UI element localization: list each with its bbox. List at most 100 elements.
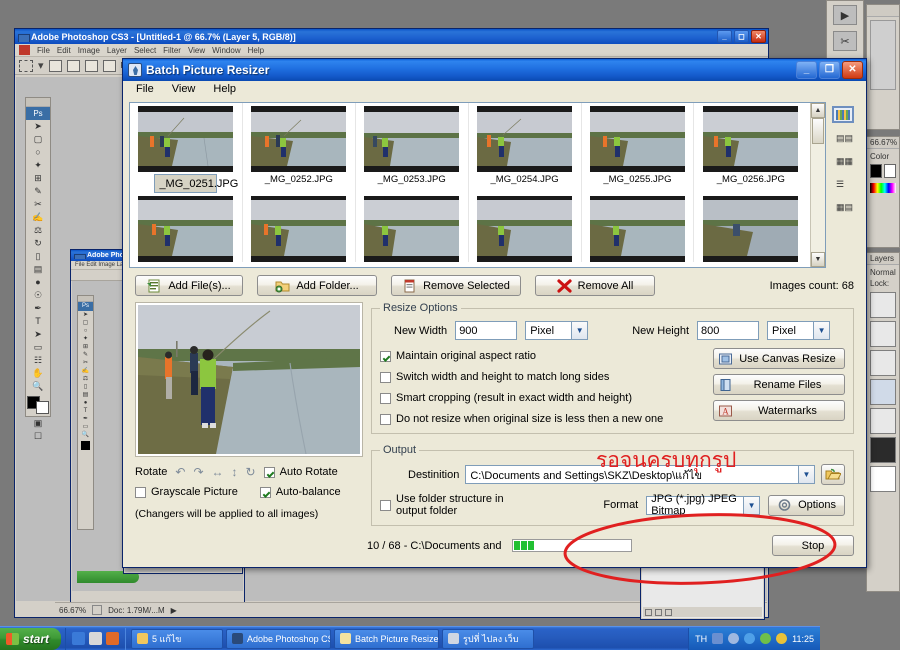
navigator-panel-header[interactable]	[867, 5, 899, 17]
batch-picture-resizer-window[interactable]: Batch Picture Resizer _ ❐ ✕ File View He…	[122, 58, 867, 568]
layer-row[interactable]	[870, 466, 896, 492]
thumbnail-item[interactable]: _MG_0253.JPG	[356, 103, 469, 193]
move-tool-icon[interactable]: ➤	[26, 120, 50, 133]
thumbnail-item[interactable]: _MG_0252.JPG	[243, 103, 356, 193]
format-select[interactable]: JPG (*.jpg) JPEG Bitmap ▼	[646, 493, 761, 517]
thumbnail-item[interactable]: _MG_0251.JPG	[130, 103, 243, 193]
auto-balance-box[interactable]	[259, 486, 271, 498]
shield-icon[interactable]	[760, 633, 772, 644]
layer-row[interactable]	[870, 350, 896, 376]
language-indicator[interactable]: TH	[695, 634, 707, 644]
photoshop-menubar[interactable]: File Edit Image Layer Select Filter View…	[15, 44, 768, 57]
scrollbar-track-top[interactable]: ▲	[811, 103, 825, 144]
thumbnail-label[interactable]: _MG_0252.JPG	[263, 174, 335, 185]
photoshop-menu-help[interactable]: Help	[248, 46, 264, 55]
new-height-input[interactable]: 800	[697, 321, 760, 340]
add-files-button[interactable]: Add File(s)...	[135, 275, 243, 296]
thumbnail-list[interactable]: _MG_0251.JPG _MG_0252.JPG _MG_0253.JPG _…	[129, 102, 826, 268]
destination-input[interactable]: C:\Documents and Settings\SKZ\Desktop\แก…	[465, 465, 815, 484]
remove-all-button[interactable]: Remove All	[535, 275, 655, 296]
rename-files-button[interactable]: Rename Files	[713, 374, 845, 395]
bpr-menubar[interactable]: File View Help	[123, 81, 866, 98]
color-spectrum-bar[interactable]	[870, 183, 896, 193]
photoshop-close-button[interactable]: ✕	[751, 30, 766, 43]
photoshop-layers-panel[interactable]: Layers Normal Lock:	[866, 252, 900, 592]
thumbnail-image[interactable]	[251, 106, 347, 172]
taskbar[interactable]: start 5 แก้ไข Adobe Photoshop CS ... Bat…	[0, 626, 820, 650]
thumbnail-scrollbar[interactable]: ▲ ▼	[810, 103, 825, 267]
auto-rotate-box[interactable]	[263, 466, 275, 478]
scroll-down-button[interactable]: ▼	[811, 252, 825, 267]
thumbnail-image[interactable]	[589, 106, 685, 172]
path-selection-tool-icon[interactable]: ➤	[26, 328, 50, 341]
taskbar-tasks[interactable]: 5 แก้ไข Adobe Photoshop CS ... Batch Pic…	[126, 628, 688, 649]
chevron-down-icon[interactable]: ▼	[743, 496, 760, 514]
photoshop-toolbox[interactable]: Ps ➤ ▢ ○ ✦ ⊞ ✎ ✂ ✍ ⚖ ↻ ▯ ▤ ● ☉ ✒ T ➤ ▭ ☷…	[25, 97, 51, 441]
list-view-icon[interactable]: ☰	[832, 175, 854, 192]
format-options-button[interactable]: Options	[768, 494, 845, 516]
thumbnail-image[interactable]	[589, 196, 685, 262]
thumbnail-label[interactable]: _MG_0256.JPG	[715, 174, 787, 185]
browse-folder-button[interactable]	[821, 464, 845, 485]
bpr-minimize-button[interactable]: _	[796, 61, 817, 79]
taskbar-item-folder[interactable]: 5 แก้ไข	[131, 628, 224, 649]
thumbnail-label[interactable]: _MG_0253.JPG	[376, 174, 448, 185]
layers-blend-mode[interactable]: Normal	[870, 268, 896, 277]
photoshop-menu-select[interactable]: Select	[134, 46, 156, 55]
grayscale-box[interactable]	[135, 486, 146, 498]
quick-launch-ie-icon[interactable]	[72, 632, 86, 645]
flip-horizontal-icon[interactable]: ↔	[212, 465, 224, 479]
thumbnail-image[interactable]	[703, 196, 799, 262]
do-not-resize-checkbox[interactable]: Do not resize when original size is less…	[380, 413, 703, 425]
volume-icon[interactable]	[744, 633, 756, 644]
new-width-input[interactable]: 900	[455, 321, 518, 340]
intersect-selection-icon[interactable]	[102, 59, 116, 72]
zoom-tool-icon[interactable]: 🔍	[26, 380, 50, 393]
photoshop-menu-filter[interactable]: Filter	[163, 46, 181, 55]
pen-tool-icon[interactable]: ✒	[26, 302, 50, 315]
resize-side-buttons[interactable]: Use Canvas Resize Rename Files A Waterma…	[713, 348, 845, 425]
stop-button[interactable]: Stop	[772, 535, 854, 556]
quick-mask-icon[interactable]: ▣	[26, 417, 50, 430]
thumbnail-label[interactable]: _MG_0254.JPG	[489, 174, 561, 185]
layer-row[interactable]	[870, 437, 896, 463]
thumbnail-image[interactable]	[251, 196, 347, 262]
taskbar-item-thai-app[interactable]: รูปที่ ไปลง เว็บ	[442, 628, 535, 649]
color-background-swatch[interactable]	[884, 164, 896, 178]
photoshop-menu-image[interactable]: Image	[78, 46, 100, 55]
clone-stamp-tool-icon[interactable]: ⚖	[26, 224, 50, 237]
chevron-down-icon[interactable]: ▼	[571, 322, 588, 339]
reset-rotation-icon[interactable]: ↻	[246, 465, 256, 479]
thumbnail-browser[interactable]: _MG_0251.JPG _MG_0252.JPG _MG_0253.JPG _…	[129, 102, 860, 268]
photoshop-menu-view[interactable]: View	[188, 46, 205, 55]
format-row[interactable]: Use folder structure in output folder Fo…	[380, 493, 845, 517]
background-color-swatch[interactable]	[36, 401, 49, 414]
navigator-thumbnail[interactable]	[870, 20, 896, 90]
color-swatches[interactable]	[26, 393, 50, 417]
scrollbar-thumb[interactable]	[812, 118, 824, 144]
thumbnail-label[interactable]: _MG_0251.JPG	[154, 174, 238, 193]
grayscale-checkbox[interactable]: Grayscale Picture	[135, 486, 238, 498]
rotate-right-icon[interactable]: ↷	[193, 465, 203, 479]
panel-icon-column[interactable]: ▶ ✂	[827, 1, 863, 54]
tools-icon[interactable]: ✂	[833, 31, 857, 51]
thumbnail-image[interactable]	[477, 106, 573, 172]
height-unit-select[interactable]: Pixel ▼	[767, 321, 831, 340]
preview-panel[interactable]	[135, 302, 363, 457]
bpr-maximize-button[interactable]: ❐	[819, 61, 840, 79]
photoshop-window-buttons[interactable]: _ ◻ ✕	[717, 30, 766, 43]
layers-panel-header[interactable]: Layers	[867, 253, 899, 265]
picture-options-row[interactable]: Grayscale Picture Auto-balance	[135, 486, 363, 498]
quick-launch-firefox-icon[interactable]	[106, 632, 120, 645]
layer-row[interactable]	[870, 379, 896, 405]
photoshop-minimize-button[interactable]: _	[717, 30, 732, 43]
tiles-view-icon[interactable]: ▤▤	[832, 129, 854, 146]
marquee-tool-icon-tb[interactable]: ▢	[26, 133, 50, 146]
notes-tool-icon[interactable]: ☷	[26, 354, 50, 367]
color-swatch-group[interactable]	[870, 164, 896, 178]
thumbnail-image[interactable]	[364, 196, 460, 262]
maintain-aspect-ratio-box[interactable]	[380, 350, 391, 362]
play-action-icon[interactable]: ▶	[833, 5, 857, 25]
taskbar-item-bpr[interactable]: Batch Picture Resizer ...	[334, 628, 440, 649]
view-mode-toolbar[interactable]: ▤▤ ▦▦ ☰ ▦▤	[826, 102, 860, 268]
